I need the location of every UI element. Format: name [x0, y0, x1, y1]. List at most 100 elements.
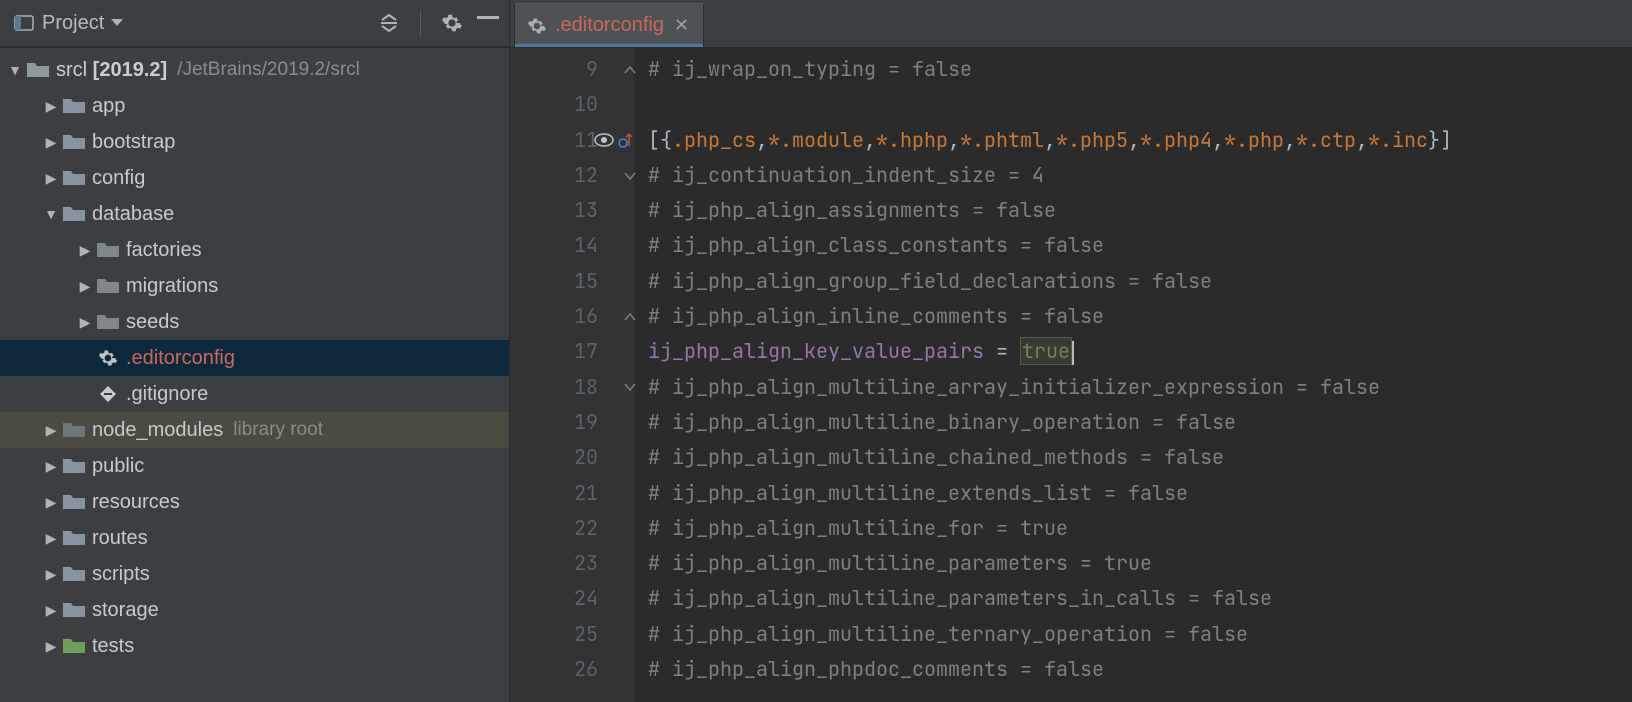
root-path: /JetBrains/2019.2/srcl: [177, 59, 360, 81]
gitignore-icon: [96, 384, 120, 404]
tree-item--editorconfig[interactable]: .editorconfig: [0, 340, 509, 376]
inspection-eye-icon[interactable]: [594, 133, 614, 147]
project-sidebar: Project ▼: [0, 0, 510, 702]
folder-grey-icon: [96, 241, 120, 259]
tree-item-label: node_modules: [92, 419, 223, 442]
tree-item-label: storage: [92, 599, 159, 622]
tree-item-resources[interactable]: ▶ resources: [0, 484, 509, 520]
expand-arrow-icon[interactable]: ▶: [74, 242, 96, 259]
code-line[interactable]: # ij_php_align_multiline_array_initializ…: [648, 370, 1632, 405]
gear-icon[interactable]: [441, 12, 463, 34]
editor-tab[interactable]: .editorconfig ✕: [514, 3, 704, 47]
dropdown-icon[interactable]: [110, 18, 124, 28]
tree-item-config[interactable]: ▶ config: [0, 160, 509, 196]
expand-arrow-icon[interactable]: ▶: [40, 566, 62, 583]
code-line[interactable]: # ij_php_align_assignments = false: [648, 193, 1632, 228]
tree-item-public[interactable]: ▶ public: [0, 448, 509, 484]
tree-item-label: database: [92, 203, 174, 226]
tree-item-label: bootstrap: [92, 131, 175, 154]
tree-item-label: resources: [92, 491, 180, 514]
tree-item-label: routes: [92, 527, 148, 550]
expand-arrow-icon[interactable]: ▼: [40, 206, 62, 222]
folder-icon: [62, 601, 86, 619]
expand-arrow-icon[interactable]: ▶: [40, 134, 62, 151]
tree-item-label: factories: [126, 239, 202, 262]
expand-arrow-icon[interactable]: ▶: [74, 278, 96, 295]
expand-arrow-icon[interactable]: ▶: [40, 530, 62, 547]
folder-grey-icon: [96, 277, 120, 295]
gear-icon: [96, 348, 120, 368]
tree-item-app[interactable]: ▶ app: [0, 88, 509, 124]
tree-item-label: public: [92, 455, 144, 478]
code-line[interactable]: ij_php_align_key_value_pairs = true: [648, 334, 1632, 369]
code-line[interactable]: # ij_php_align_multiline_extends_list = …: [648, 476, 1632, 511]
folder-icon: [62, 97, 86, 115]
folder-icon: [62, 493, 86, 511]
folder-icon: [62, 133, 86, 151]
expand-arrow-icon[interactable]: ▶: [40, 170, 62, 187]
project-view-icon: [14, 13, 34, 33]
tree-item-bootstrap[interactable]: ▶ bootstrap: [0, 124, 509, 160]
project-tree[interactable]: ▼ srcl [2019.2] /JetBrains/2019.2/srcl ▶…: [0, 48, 509, 702]
editor-code[interactable]: # ij_wrap_on_typing = false [{.php_cs,*.…: [634, 48, 1632, 702]
sidebar-header: Project: [0, 0, 509, 48]
code-line[interactable]: # ij_php_align_inline_comments = false: [648, 299, 1632, 334]
tab-filename: .editorconfig: [555, 14, 664, 37]
tree-item-label: seeds: [126, 311, 179, 334]
hide-panel-icon[interactable]: [477, 16, 499, 30]
code-line[interactable]: # ij_php_align_group_field_declarations …: [648, 264, 1632, 299]
expand-arrow-icon[interactable]: ▶: [74, 314, 96, 331]
close-icon[interactable]: ✕: [672, 15, 691, 36]
tree-item-scripts[interactable]: ▶ scripts: [0, 556, 509, 592]
code-line[interactable]: # ij_php_align_multiline_parameters = tr…: [648, 546, 1632, 581]
expand-arrow-icon[interactable]: ▶: [40, 422, 62, 439]
expand-arrow-icon[interactable]: ▶: [40, 494, 62, 511]
tree-item-label: .editorconfig: [126, 347, 235, 370]
folder-icon: [62, 529, 86, 547]
code-line[interactable]: # ij_continuation_indent_size = 4: [648, 158, 1632, 193]
tree-item-database[interactable]: ▼ database: [0, 196, 509, 232]
tree-item-migrations[interactable]: ▶ migrations: [0, 268, 509, 304]
tree-item-label: app: [92, 95, 125, 118]
tree-item-storage[interactable]: ▶ storage: [0, 592, 509, 628]
expand-arrow-icon[interactable]: ▶: [40, 638, 62, 655]
editor-pane: .editorconfig ✕ 910111213141516171819202…: [510, 0, 1632, 702]
code-line[interactable]: # ij_wrap_on_typing = false: [648, 52, 1632, 87]
code-line[interactable]: # ij_php_align_multiline_parameters_in_c…: [648, 581, 1632, 616]
code-line[interactable]: # ij_php_align_class_constants = false: [648, 228, 1632, 263]
scroll-from-source-icon[interactable]: [378, 12, 400, 34]
tree-item-seeds[interactable]: ▶ seeds: [0, 304, 509, 340]
code-line[interactable]: # ij_php_align_multiline_chained_methods…: [648, 440, 1632, 475]
code-line[interactable]: # ij_php_align_multiline_for = true: [648, 511, 1632, 546]
code-area[interactable]: 91011121314151617181920212223242526 # ij…: [510, 48, 1632, 702]
tree-item-label: config: [92, 167, 145, 190]
tree-item-tests[interactable]: ▶ tests: [0, 628, 509, 664]
code-line[interactable]: # ij_php_align_multiline_binary_operatio…: [648, 405, 1632, 440]
tree-item-label: tests: [92, 635, 134, 658]
override-up-icon[interactable]: [618, 132, 632, 148]
folder-icon: [62, 205, 86, 223]
tree-item--gitignore[interactable]: .gitignore: [0, 376, 509, 412]
sidebar-title[interactable]: Project: [42, 12, 104, 35]
expand-arrow-icon[interactable]: ▶: [40, 602, 62, 619]
tree-item-factories[interactable]: ▶ factories: [0, 232, 509, 268]
tree-item-label: scripts: [92, 563, 150, 586]
folder-dim-icon: [62, 421, 86, 439]
tree-root[interactable]: ▼ srcl [2019.2] /JetBrains/2019.2/srcl: [0, 52, 509, 88]
editor-gutter[interactable]: 91011121314151617181920212223242526: [510, 48, 634, 702]
code-line[interactable]: # ij_php_align_multiline_ternary_operati…: [648, 617, 1632, 652]
folder-green-icon: [62, 637, 86, 655]
code-line[interactable]: [{.php_cs,*.module,*.hphp,*.phtml,*.php5…: [648, 123, 1632, 158]
tree-item-routes[interactable]: ▶ routes: [0, 520, 509, 556]
code-line[interactable]: # ij_php_align_phpdoc_comments = false: [648, 652, 1632, 687]
tree-item-node-modules[interactable]: ▶node_moduleslibrary root: [0, 412, 509, 448]
root-name: srcl: [56, 59, 87, 81]
code-line[interactable]: [648, 87, 1632, 122]
expand-arrow-icon[interactable]: ▶: [40, 98, 62, 115]
folder-icon: [62, 169, 86, 187]
folder-icon: [26, 61, 50, 79]
gear-icon: [527, 16, 547, 36]
expand-arrow-icon[interactable]: ▶: [40, 458, 62, 475]
tree-item-label: migrations: [126, 275, 218, 298]
folder-grey-icon: [96, 313, 120, 331]
